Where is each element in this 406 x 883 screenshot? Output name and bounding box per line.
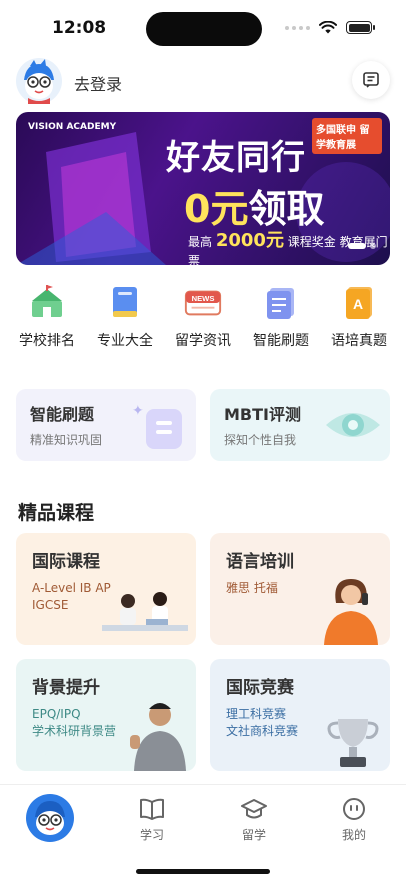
section-title: 精品课程 — [18, 502, 95, 524]
practice-sheet-icon: ✦ — [132, 403, 182, 449]
banner-corner-tag: 多国联申 留学教育展 — [312, 118, 382, 154]
book-open-icon — [140, 798, 164, 820]
course-card-international[interactable]: 国际课程 A-Level IB AP IGCSE — [16, 533, 196, 645]
smart-practice-card[interactable]: 智能刷题 精准知识巩固 ✦ — [16, 389, 196, 461]
quick-link-majors[interactable]: 专业大全 — [86, 282, 164, 350]
status-time: 12:08 — [52, 18, 107, 38]
dynamic-island — [146, 12, 262, 46]
status-bar: 12:08 — [0, 0, 406, 56]
news-icon: NEWS — [183, 282, 223, 322]
course-title: 国际竞赛 — [226, 678, 294, 698]
tab-study[interactable]: 学习 — [122, 797, 182, 843]
tab-label: 留学 — [241, 828, 266, 842]
banner-offer: 0元领取 — [184, 178, 324, 233]
tab-bar: 学习 留学 我的 — [0, 784, 406, 883]
tab-study-abroad[interactable]: 留学 — [224, 797, 284, 843]
tab-home[interactable] — [20, 793, 80, 843]
graduation-cap-icon — [241, 799, 267, 819]
promo-banner[interactable]: VISION ACADEMY 多国联申 留学教育展 好友同行 0元领取 最高 2… — [16, 112, 390, 265]
course-grid: 国际课程 A-Level IB AP IGCSE 语言培训 雅思 托福 背景提升 — [16, 533, 390, 771]
course-title: 国际课程 — [32, 552, 100, 572]
tab-label: 我的 — [341, 828, 366, 842]
battery-icon — [346, 21, 375, 34]
home-indicator — [136, 869, 270, 874]
wifi-icon — [319, 21, 337, 34]
notes-icon — [261, 282, 301, 322]
quick-links: 学校排名 专业大全 NEWS 留学资讯 智能刷题 A 语培真题 — [8, 282, 398, 350]
banner-offer-zero: 0元 — [184, 187, 249, 231]
trophy-icon — [327, 719, 379, 767]
svg-text:NEWS: NEWS — [192, 294, 215, 303]
course-card-competition[interactable]: 国际竞赛 理工科竞赛 文社商科竞赛 — [210, 659, 390, 771]
quick-link-smart-practice[interactable]: 智能刷题 — [242, 282, 320, 350]
course-card-background[interactable]: 背景提升 EPQ/IPQ 学术科研背景营 — [16, 659, 196, 771]
tab-label: 学习 — [139, 828, 164, 842]
feature-cards: 智能刷题 精准知识巩固 ✦ MBTI评测 探知个性自我 — [16, 389, 390, 461]
quick-link-school-ranking[interactable]: 学校排名 — [8, 282, 86, 350]
language-book-icon: A — [339, 282, 379, 322]
signal-icon — [285, 25, 310, 30]
banner-headline: 好友同行 — [166, 138, 306, 178]
students-illustration — [102, 592, 188, 631]
banner-pager — [348, 243, 376, 249]
svg-text:A: A — [353, 296, 363, 312]
eye-icon — [326, 413, 380, 437]
status-icons — [285, 21, 375, 34]
book-icon — [105, 282, 145, 322]
login-link[interactable]: 去登录 — [74, 71, 122, 95]
woman-phone-illustration — [324, 579, 378, 645]
svg-text:✦: ✦ — [132, 403, 144, 419]
banner-offer-suffix: 领取 — [248, 187, 325, 231]
mascot-avatar-icon — [16, 58, 62, 104]
header: 去登录 — [16, 58, 390, 106]
avatar[interactable] — [16, 58, 62, 104]
quick-link-news[interactable]: NEWS 留学资讯 — [164, 282, 242, 350]
man-thumbsup-illustration — [130, 703, 186, 771]
mascot-home-icon — [26, 794, 74, 842]
message-button[interactable] — [352, 61, 390, 99]
mbti-test-card[interactable]: MBTI评测 探知个性自我 — [210, 389, 390, 461]
banner-amount: 2000元 — [215, 230, 284, 251]
course-title: 语言培训 — [226, 552, 294, 572]
quick-link-language-exams[interactable]: A 语培真题 — [320, 282, 398, 350]
tab-profile[interactable]: 我的 — [324, 797, 384, 843]
banner-brand: VISION ACADEMY — [28, 122, 117, 132]
course-card-language[interactable]: 语言培训 雅思 托福 — [210, 533, 390, 645]
school-icon — [27, 282, 67, 322]
smile-icon — [343, 798, 365, 820]
message-icon — [363, 72, 379, 88]
